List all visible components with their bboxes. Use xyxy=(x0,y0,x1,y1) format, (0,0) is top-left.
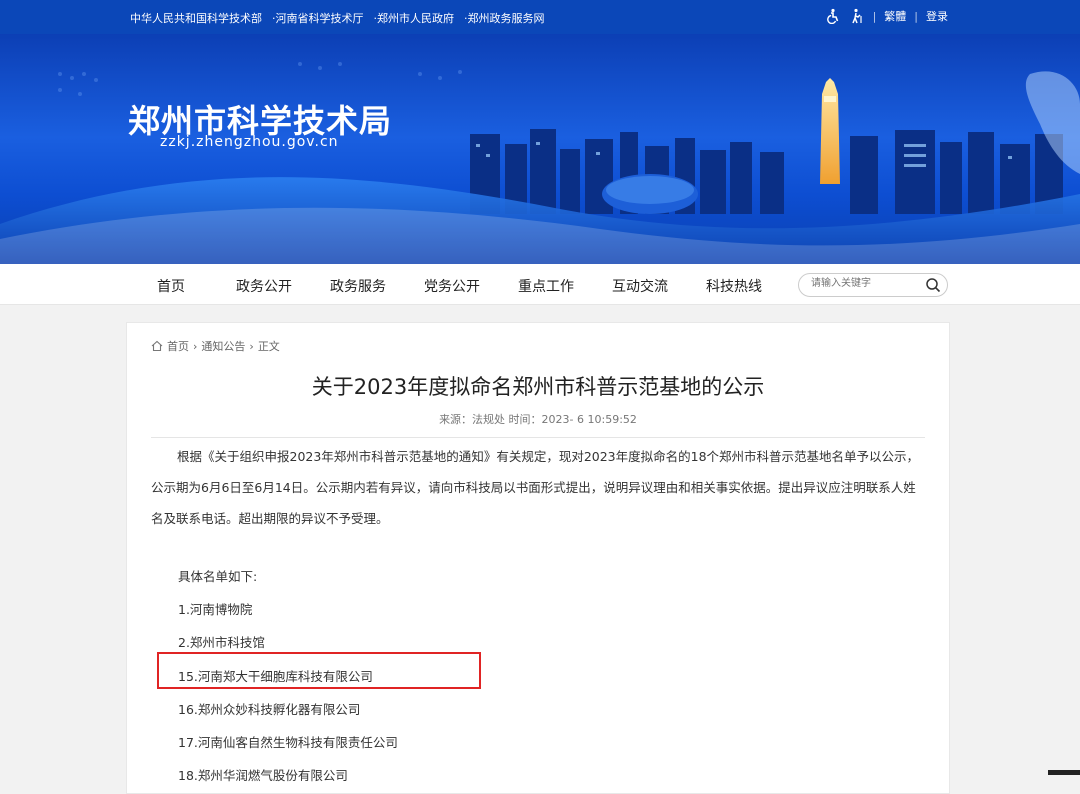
article-panel: 首页 › 通知公告 › 正文 关于2023年度拟命名郑州市科普示范基地的公示 来… xyxy=(126,322,950,794)
divider xyxy=(151,437,925,438)
top-tools: | 繁體 | 登录 xyxy=(825,8,948,24)
main-nav: 首页 政务公开 政务服务 党务公开 重点工作 互动交流 科技热线 xyxy=(0,264,1080,305)
separator: | xyxy=(872,9,877,23)
link-zz-service[interactable]: ·郑州政务服务网 xyxy=(464,10,545,26)
search-input[interactable] xyxy=(809,277,923,290)
link-zz-gov[interactable]: ·郑州市人民政府 xyxy=(374,10,455,26)
list-item: 17.河南仙客自然生物科技有限责任公司 xyxy=(178,735,398,750)
top-bar: 中华人民共和国科学技术部 ·河南省科学技术厅 ·郑州市人民政府 ·郑州政务服务网… xyxy=(0,0,1080,34)
list-item: 1.河南博物院 xyxy=(178,602,253,617)
breadcrumb-home[interactable]: 首页 xyxy=(167,338,189,354)
home-icon xyxy=(151,340,163,352)
list-item: 2.郑州市科技馆 xyxy=(178,635,265,650)
breadcrumb-current: 正文 xyxy=(257,340,280,353)
accessibility-icon[interactable] xyxy=(825,8,841,24)
list-item: 16.郑州众妙科技孵化器有限公司 xyxy=(178,702,361,717)
breadcrumb-section[interactable]: 通知公告 xyxy=(201,338,245,354)
traditional-chinese-link[interactable]: 繁體 xyxy=(884,8,906,24)
search-icon[interactable] xyxy=(925,277,941,293)
nav-item-home[interactable]: 首页 xyxy=(157,276,185,296)
article-meta: 来源：法规处 时间：2023- 6 10:59:52 xyxy=(439,413,637,426)
breadcrumb: 首页 › 通知公告 › 正文 xyxy=(151,338,280,354)
link-henan-sci[interactable]: ·河南省科学技术厅 xyxy=(272,10,364,26)
nav-item-interaction[interactable]: 互动交流 xyxy=(612,276,668,296)
elderly-mode-icon[interactable] xyxy=(849,8,865,24)
article-paragraph: 根据《关于组织申报2023年郑州市科普示范基地的通知》有关规定，现对2023年度… xyxy=(151,449,920,526)
login-link[interactable]: 登录 xyxy=(926,8,948,24)
highlight-box xyxy=(157,652,481,689)
link-most[interactable]: 中华人民共和国科学技术部 xyxy=(130,10,262,26)
chevron-right-icon: › xyxy=(193,339,198,353)
search-box xyxy=(798,273,948,297)
separator: | xyxy=(914,9,918,23)
partner-links: 中华人民共和国科学技术部 ·河南省科学技术厅 ·郑州市人民政府 ·郑州政务服务网 xyxy=(130,10,545,26)
article-title: 关于2023年度拟命名郑州市科普示范基地的公示 xyxy=(311,375,765,399)
nav-item-party-affairs[interactable]: 党务公开 xyxy=(424,276,480,296)
nav-item-key-work[interactable]: 重点工作 xyxy=(518,276,574,296)
header-banner: 郑州市科学技术局 zzkj.zhengzhou.gov.cn xyxy=(0,34,1080,264)
nav-item-gov-services[interactable]: 政务服务 xyxy=(330,276,386,296)
nav-item-gov-affairs[interactable]: 政务公开 xyxy=(236,276,292,296)
corner-mark xyxy=(1048,770,1080,775)
site-domain: zzkj.zhengzhou.gov.cn xyxy=(160,134,339,150)
list-intro: 具体名单如下: xyxy=(178,569,258,584)
nav-item-hotline[interactable]: 科技热线 xyxy=(706,276,762,296)
chevron-right-icon: › xyxy=(249,339,254,353)
